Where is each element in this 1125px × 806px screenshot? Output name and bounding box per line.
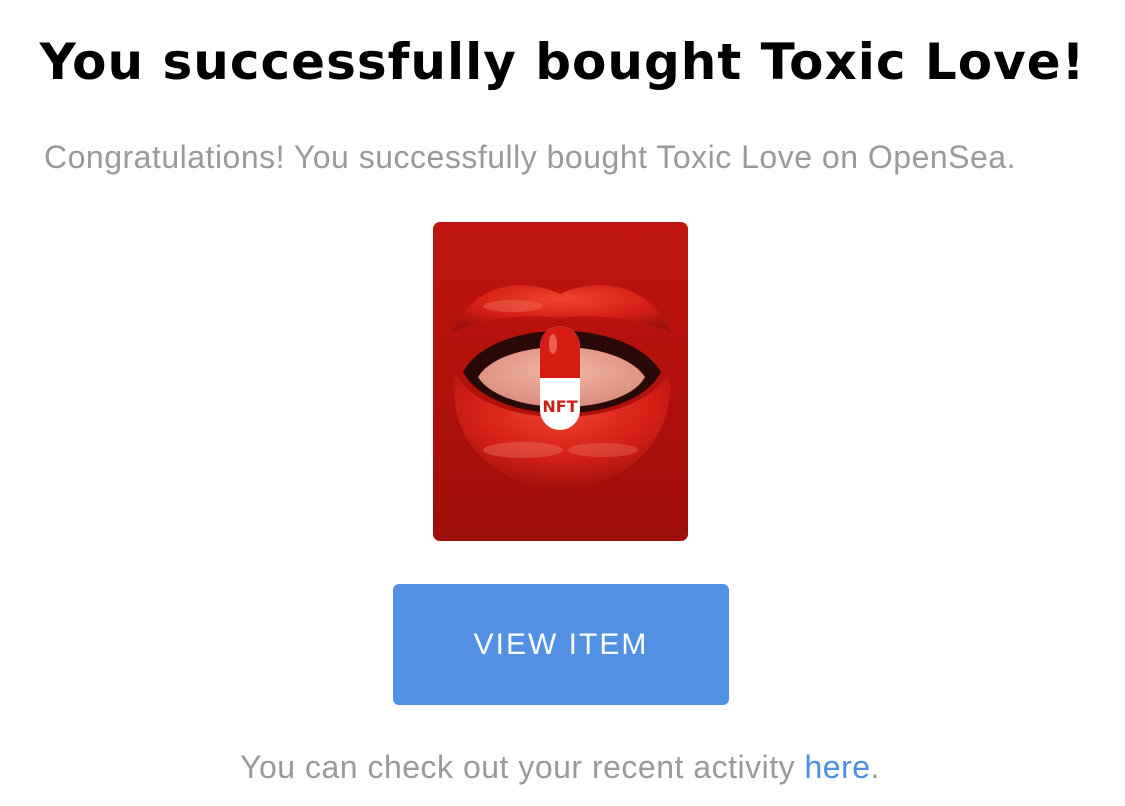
nft-pill-icon: NFT [540,326,580,430]
recent-activity-note: You can check out your recent activity h… [0,745,1120,789]
recent-activity-text: You can check out your recent activity [240,749,805,785]
purchase-confirmation-page: You successfully bought Toxic Love! Cong… [0,0,1125,806]
page-title: You successfully bought Toxic Love! [39,33,1086,91]
pill-label: NFT [542,397,577,416]
recent-activity-suffix: . [870,749,880,785]
nft-item-image: NFT [433,222,688,541]
congratulations-message: Congratulations! You successfully bought… [44,139,1016,175]
recent-activity-link[interactable]: here [804,749,870,785]
view-item-button[interactable]: VIEW ITEM [393,584,729,705]
